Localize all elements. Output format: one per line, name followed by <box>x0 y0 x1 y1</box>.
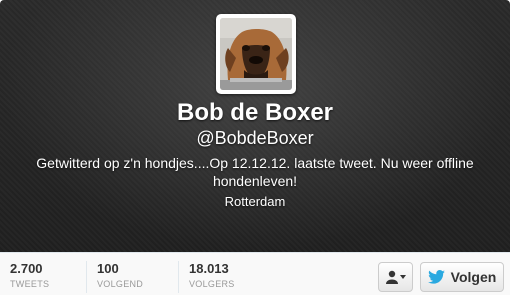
stat-followers-value: 18.013 <box>189 261 229 276</box>
stat-following-value: 100 <box>97 261 119 276</box>
chevron-down-icon <box>399 275 406 279</box>
avatar[interactable] <box>216 14 296 94</box>
user-actions-button[interactable] <box>378 262 413 292</box>
stat-following-label: VOLGEND <box>97 279 144 289</box>
twitter-bird-icon <box>427 270 445 284</box>
profile-bio: Getwitterd op z'n hondjes....Op 12.12.12… <box>36 155 474 189</box>
stat-followers-label: VOLGERS <box>189 279 235 289</box>
stat-tweets[interactable]: 2.700 TWEETS <box>0 261 49 293</box>
boxer-dog-photo <box>220 18 292 90</box>
follow-button[interactable]: Volgen <box>420 262 504 292</box>
person-icon <box>385 270 398 284</box>
follow-button-label: Volgen <box>450 269 497 285</box>
stat-tweets-value: 2.700 <box>10 261 43 276</box>
stat-followers[interactable]: 18.013 VOLGERS <box>178 261 235 293</box>
profile-header: Bob de Boxer @BobdeBoxer Getwitterd op z… <box>0 0 510 252</box>
stat-following[interactable]: 100 VOLGEND <box>86 261 143 293</box>
profile-location: Rotterdam <box>224 194 286 209</box>
profile-name[interactable]: Bob de Boxer <box>0 99 510 127</box>
stat-tweets-label: TWEETS <box>10 279 50 289</box>
profile-handle: @BobdeBoxer <box>196 128 314 148</box>
